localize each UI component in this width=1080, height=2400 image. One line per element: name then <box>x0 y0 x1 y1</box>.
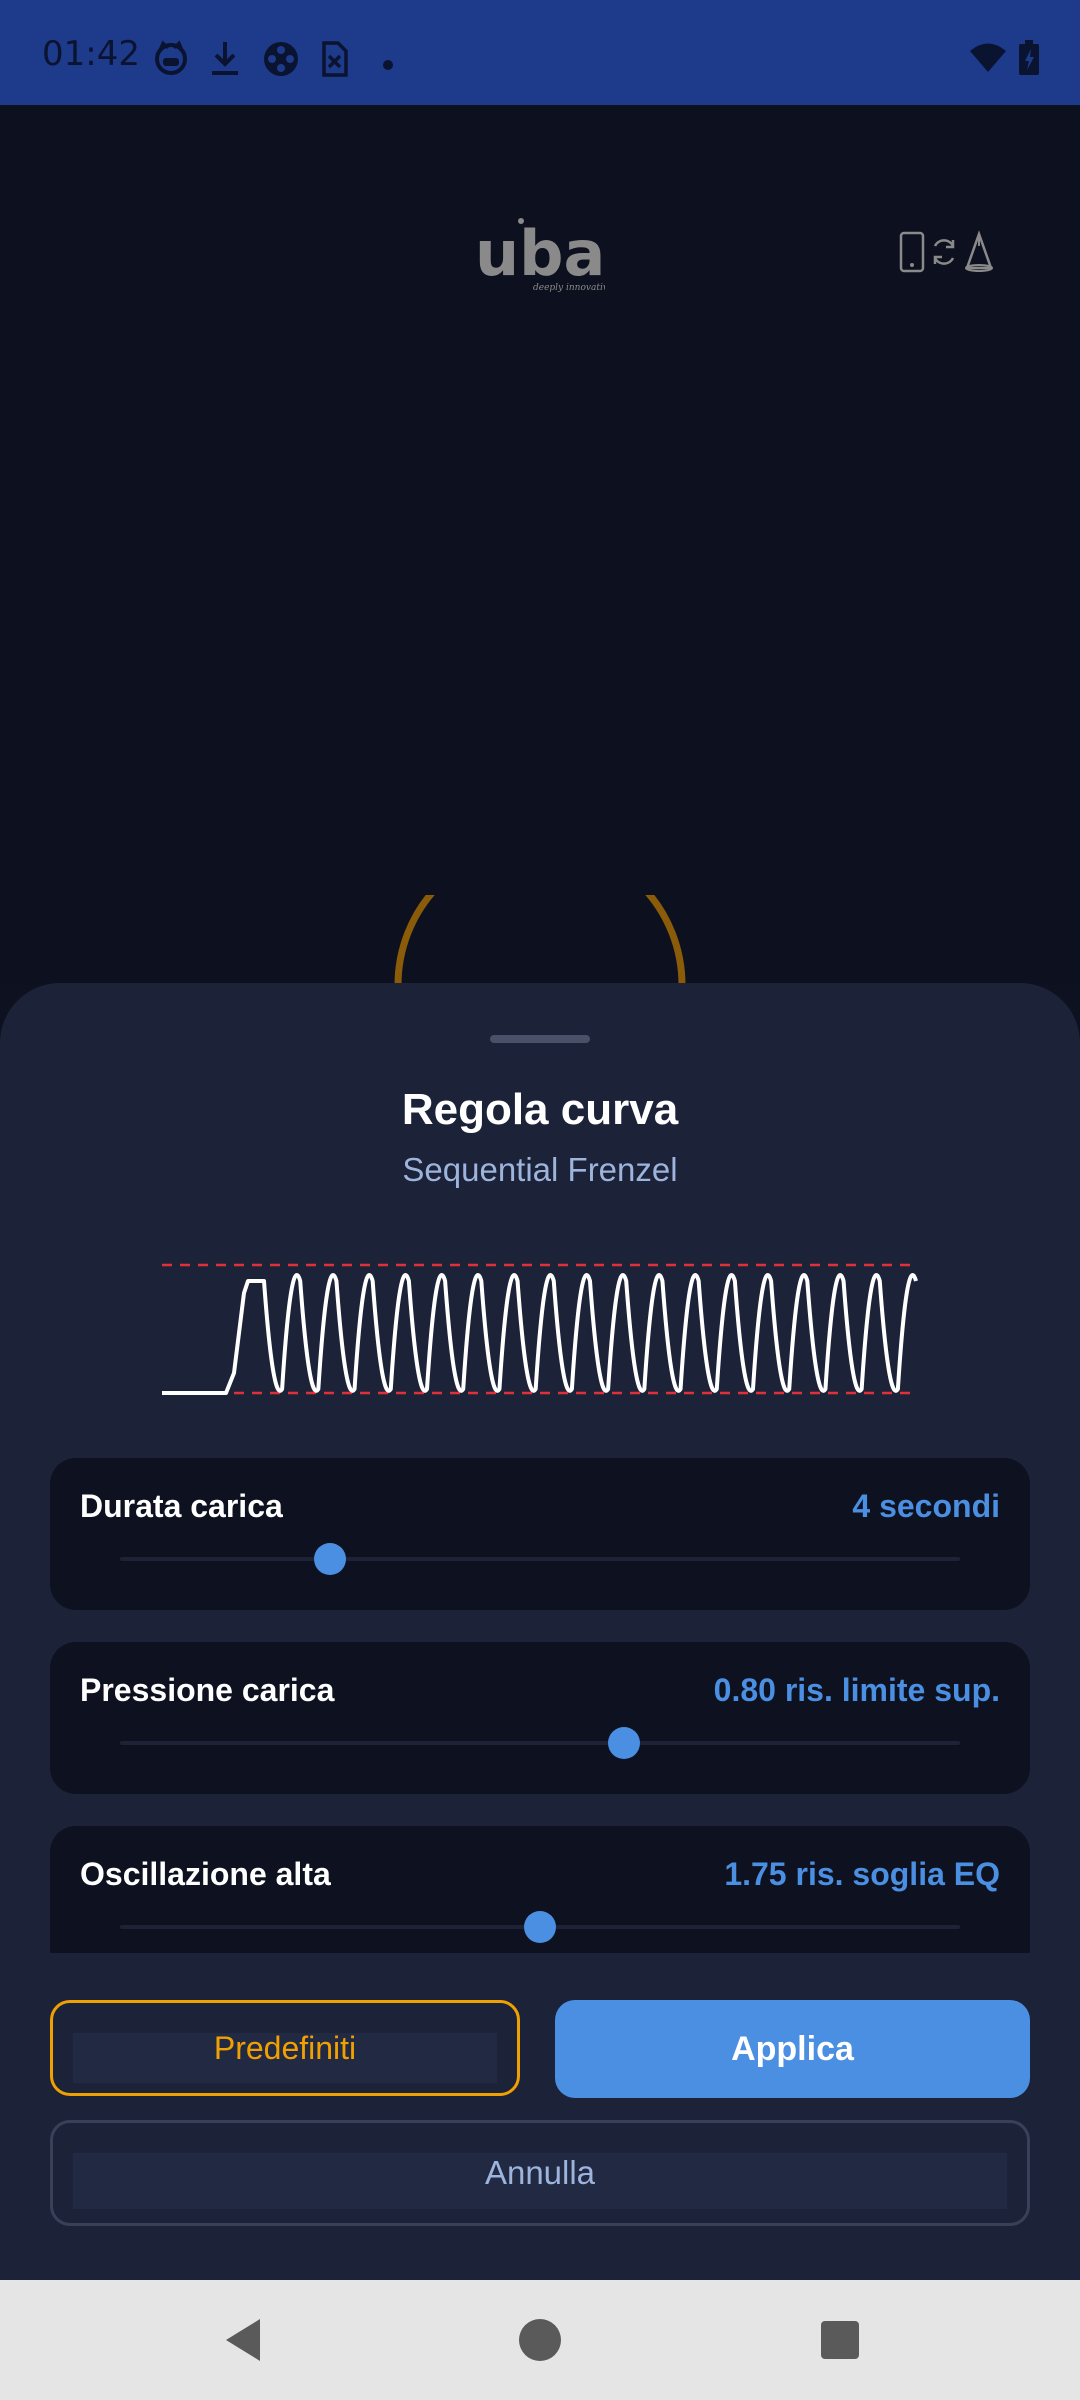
cone-icon[interactable] <box>965 230 993 272</box>
defaults-button-label: Predefiniti <box>213 2029 357 2066</box>
slider-value: 0.80 ris. limite sup. <box>713 1672 1000 1708</box>
slider-thumb[interactable] <box>314 1543 346 1575</box>
logo-tagline: deeply innovative <box>533 283 605 293</box>
slider-label: Pressione carica <box>80 1672 335 1708</box>
slider-list[interactable]: Durata carica 4 secondi Pressione carica… <box>0 1458 1080 1953</box>
download-icon <box>208 40 242 83</box>
defaults-button[interactable]: Predefiniti <box>50 2000 520 2096</box>
slider-panel-charge-pressure: Pressione carica 0.80 ris. limite sup. <box>50 1642 1030 1794</box>
slider-track[interactable] <box>120 1741 960 1745</box>
logo-text: uba <box>475 217 605 290</box>
wifi-icon <box>968 42 1008 79</box>
apply-button[interactable]: Applica <box>555 2000 1030 2098</box>
app-background: uba deeply innovative <box>0 105 1080 985</box>
sim-off-icon <box>318 40 350 83</box>
sync-icon[interactable] <box>933 239 955 265</box>
slider-thumb[interactable] <box>608 1727 640 1759</box>
cat-icon <box>153 40 189 81</box>
slider-value: 4 secondi <box>852 1488 1000 1524</box>
home-icon[interactable] <box>518 2315 562 2370</box>
header-icons <box>895 230 1005 279</box>
recents-icon[interactable] <box>818 2315 862 2370</box>
gauge-ring <box>390 839 690 985</box>
sheet-title: Regola curva <box>401 1085 679 1134</box>
slider-panel-charge-duration: Durata carica 4 secondi <box>50 1458 1030 1610</box>
slider-label: Durata carica <box>80 1488 283 1524</box>
gamepad-icon <box>262 40 300 83</box>
pressure-curve-preview <box>160 1253 920 1418</box>
sheet-subtitle: Sequential Frenzel <box>402 1151 678 1188</box>
cancel-button[interactable]: Annulla <box>50 2120 1030 2226</box>
cancel-button-label: Annulla <box>484 2154 596 2191</box>
status-time: 01:42 <box>42 34 140 74</box>
slider-panel-high-oscillation: Oscillazione alta 1.75 ris. soglia EQ <box>50 1826 1030 1953</box>
phone-icon[interactable] <box>899 231 925 273</box>
battery-icon <box>1018 40 1040 81</box>
back-icon[interactable] <box>220 2315 264 2370</box>
dot-icon <box>383 57 393 75</box>
slider-thumb[interactable] <box>524 1911 556 1943</box>
slider-value: 1.75 ris. soglia EQ <box>724 1856 1000 1892</box>
slider-track[interactable] <box>120 1557 960 1561</box>
uba-logo: uba deeply innovative <box>475 215 613 300</box>
sheet-drag-handle[interactable] <box>490 1035 590 1043</box>
slider-label: Oscillazione alta <box>80 1856 331 1892</box>
system-nav-bar <box>0 2280 1080 2400</box>
adjust-curve-sheet: Regola curva Sequential Frenzel Durata c… <box>0 983 1080 2280</box>
status-bar: 01:42 <box>0 0 1080 105</box>
curve-line <box>162 1273 918 1395</box>
